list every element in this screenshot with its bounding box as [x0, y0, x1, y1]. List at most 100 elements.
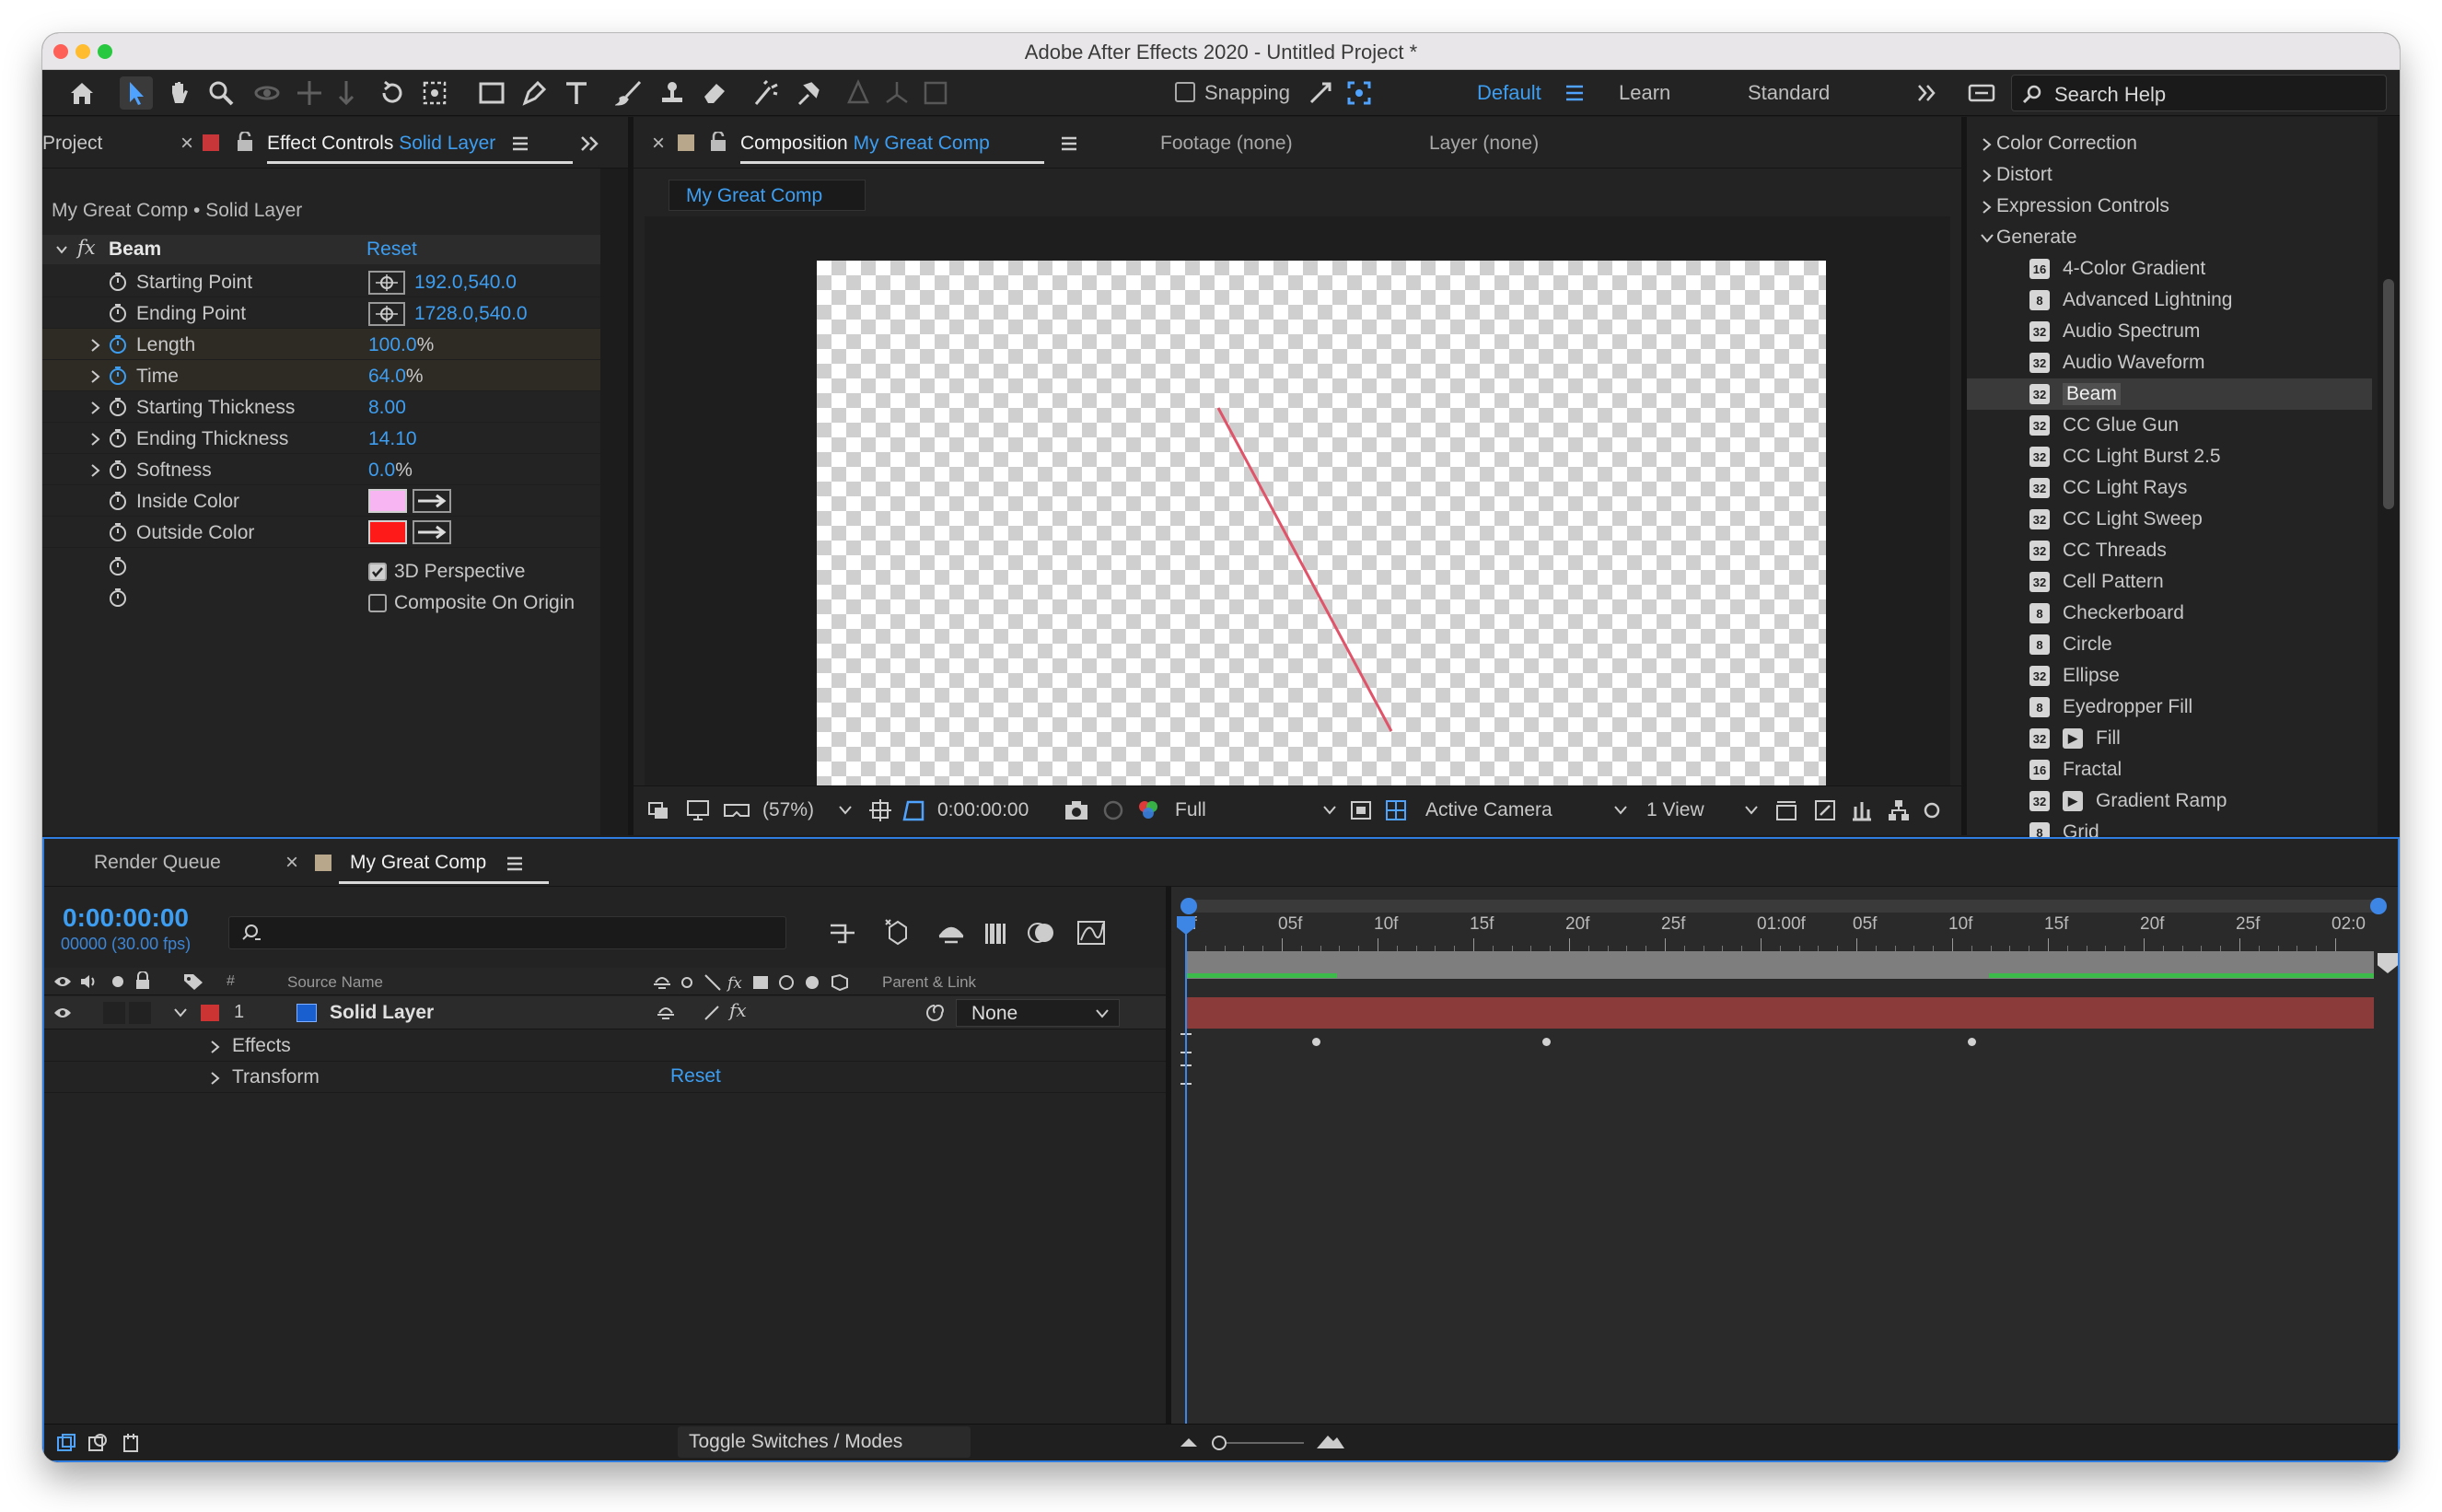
effect-item[interactable]: 32 CC Light Sweep [1967, 504, 2372, 535]
layer-row[interactable]: 1 Solid Layer fx None [44, 996, 1166, 1029]
search-help-field[interactable]: Search Help [2011, 75, 2387, 111]
current-time-display[interactable]: 0:00:00:00 [63, 903, 189, 933]
shy-switch-icon[interactable] [656, 1003, 676, 1023]
effect-category[interactable]: Distort [1967, 159, 2372, 191]
chevron-right-icon[interactable] [210, 1071, 221, 1086]
rotate-tool-icon[interactable] [376, 76, 409, 110]
panel-menu-icon[interactable] [510, 135, 530, 152]
stopwatch-icon[interactable] [107, 271, 129, 293]
chevron-down-icon[interactable] [1322, 805, 1337, 816]
comp-end-marker-icon[interactable] [2378, 953, 2398, 973]
parent-dropdown[interactable]: None [956, 999, 1120, 1027]
tab-project[interactable]: Project [42, 133, 102, 155]
property-value[interactable]: 8.00 [368, 397, 406, 419]
effect-item[interactable]: 8 Eyedropper Fill [1967, 692, 2372, 723]
solo-icon[interactable] [112, 976, 123, 987]
workspace-menu-icon[interactable] [1558, 76, 1591, 110]
toggle-switches-modes-button[interactable]: Toggle Switches / Modes [678, 1426, 971, 1458]
comp-mini-flowchart-icon[interactable] [827, 920, 858, 948]
eyedropper-icon[interactable] [413, 489, 451, 513]
effect-property-row[interactable]: Starting Thickness 8.00 [42, 391, 600, 423]
effect-property-row[interactable]: Ending Thickness 14.10 [42, 423, 600, 454]
vr-goggles-icon[interactable] [722, 797, 751, 823]
3d-perspective-checkbox[interactable] [368, 563, 387, 581]
effect-item[interactable]: 32 ▶ Fill [1967, 723, 2372, 754]
chevron-right-icon[interactable] [210, 1040, 221, 1054]
timeline-graph[interactable]: 0f05f10f15f20f25f01:00f05f10f15f20f25f02… [1171, 887, 2398, 1424]
workspace-standard[interactable]: Standard [1748, 81, 1830, 105]
tab-effect-controls[interactable]: Effect Controls Solid Layer [267, 133, 495, 155]
effects-scrollbar-thumb[interactable] [2383, 279, 2394, 509]
region-of-interest-icon[interactable] [1348, 797, 1374, 823]
effect-category[interactable]: Expression Controls [1967, 191, 2372, 222]
viewer-timecode[interactable]: 0:00:00:00 [937, 799, 1029, 821]
effect-item[interactable]: 32 Ellipse [1967, 660, 2372, 692]
panel-options-icon[interactable] [1965, 76, 1998, 110]
fit-frame-icon[interactable] [867, 797, 893, 823]
toggle-pixel-aspect-icon[interactable] [1773, 797, 1799, 823]
tab-footage[interactable]: Footage (none) [1160, 133, 1293, 155]
effect-switch-icon[interactable]: fx [729, 999, 747, 1021]
stopwatch-icon[interactable] [107, 490, 129, 512]
effect-property-row[interactable]: Inside Color [42, 485, 600, 517]
show-snapshot-icon[interactable] [1099, 797, 1127, 823]
property-value[interactable]: 192.0,540.0 [414, 272, 517, 294]
frame-blending-icon[interactable] [980, 918, 1011, 948]
chevron-down-icon[interactable] [1744, 805, 1759, 816]
keyframe[interactable] [1312, 1038, 1320, 1046]
timeline-search-input[interactable] [228, 916, 786, 949]
tab-layer[interactable]: Layer (none) [1429, 133, 1539, 155]
resolution-dropdown[interactable]: Full [1175, 799, 1206, 821]
effect-item[interactable]: 32 CC Light Rays [1967, 472, 2372, 504]
fx-icon[interactable]: fx [77, 237, 96, 259]
keyframe[interactable] [1542, 1038, 1551, 1046]
effect-item[interactable]: 32 CC Glue Gun [1967, 410, 2372, 441]
chevron-right-icon[interactable] [1982, 200, 1993, 215]
lock-icon[interactable] [709, 132, 727, 152]
close-comp-tab-icon[interactable]: × [652, 131, 665, 157]
workspace-learn[interactable]: Learn [1619, 81, 1670, 105]
graph-editor-icon[interactable] [1076, 916, 1107, 948]
effect-item[interactable]: 8 Circle [1967, 629, 2372, 660]
effect-item[interactable]: 32 Beam [1967, 378, 2372, 410]
magnification-dropdown[interactable]: (57%) [762, 799, 814, 821]
snapshot-camera-icon[interactable] [1063, 797, 1090, 823]
effect-item[interactable]: 32 Audio Waveform [1967, 347, 2372, 378]
pen-tool-icon[interactable] [517, 76, 551, 110]
stopwatch-icon[interactable] [107, 365, 129, 387]
chevron-right-icon[interactable] [90, 463, 101, 478]
comp-breadcrumb[interactable]: My Great Comp [669, 180, 866, 211]
pan-behind-tool-icon[interactable] [418, 76, 451, 110]
effect-property-row[interactable]: Time 64.0% [42, 360, 600, 391]
current-time-indicator[interactable] [1185, 918, 1187, 1424]
eye-icon[interactable] [53, 973, 72, 990]
zoom-tool-icon[interactable] [204, 76, 238, 110]
hide-shy-layers-icon[interactable] [936, 918, 967, 948]
effects-scrollbar-track[interactable] [2378, 117, 2400, 835]
stopwatch-icon[interactable] [107, 521, 129, 543]
brush-tool-icon[interactable] [613, 76, 646, 110]
camera-view-dropdown[interactable]: Active Camera [1425, 799, 1552, 821]
effect-property-row[interactable]: Starting Point 192.0,540.0 [42, 266, 600, 297]
property-value[interactable]: 14.10 [368, 428, 417, 450]
chevron-down-icon[interactable] [173, 1007, 188, 1018]
chevron-down-icon[interactable] [55, 243, 68, 256]
eyedropper-icon[interactable] [413, 520, 451, 544]
effect-item[interactable]: 16 4-Color Gradient [1967, 253, 2372, 285]
snapping-features-icon[interactable] [1343, 76, 1376, 110]
property-value[interactable]: 0.0% [368, 459, 413, 482]
comp-canvas[interactable] [817, 261, 1826, 828]
stopwatch-icon[interactable] [107, 396, 129, 418]
flowchart-icon[interactable] [1886, 797, 1912, 823]
close-timeline-tab-icon[interactable]: × [285, 850, 298, 876]
color-swatch[interactable] [368, 520, 407, 544]
chevron-down-icon[interactable] [838, 805, 853, 816]
chevron-right-icon[interactable] [1982, 169, 1993, 183]
label-tag-icon[interactable] [182, 972, 204, 991]
draft-3d-icon[interactable] [882, 916, 913, 948]
work-area-bar[interactable] [1180, 898, 2387, 914]
tab-timeline-comp[interactable]: My Great Comp [350, 852, 486, 874]
layer-duration-bar[interactable] [1186, 997, 2374, 1029]
property-value[interactable]: 1728.0,540.0 [414, 303, 528, 325]
stopwatch-icon[interactable] [107, 333, 129, 355]
